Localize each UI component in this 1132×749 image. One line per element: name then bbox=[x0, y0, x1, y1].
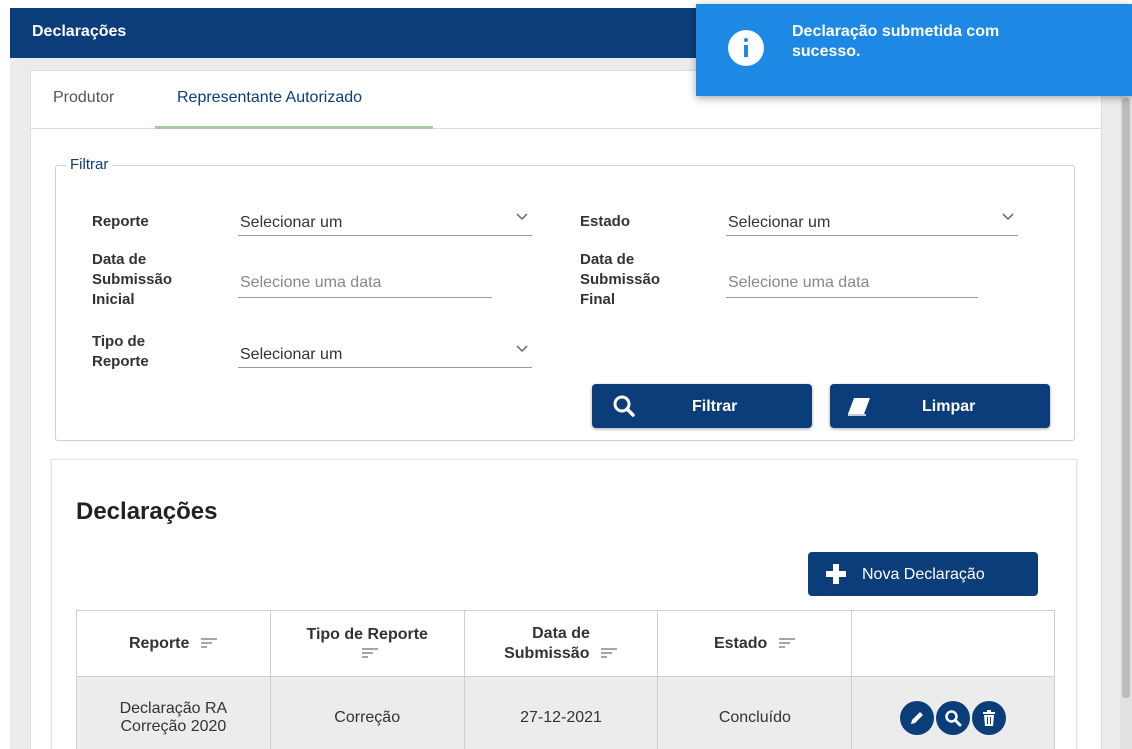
cell-tipo-reporte: Correção bbox=[269, 676, 465, 749]
data-inicial-input[interactable]: Selecione uma data bbox=[238, 268, 492, 298]
tipo-reporte-label: Tipo de Reporte bbox=[92, 333, 149, 370]
active-tab-indicator bbox=[155, 126, 433, 129]
limpar-button[interactable]: Limpar bbox=[830, 384, 1050, 428]
reporte-select[interactable]: Selecionar um bbox=[238, 206, 532, 236]
filtrar-button[interactable]: Filtrar bbox=[592, 384, 812, 428]
data-inicial-placeholder: Selecione uma data bbox=[240, 274, 382, 291]
tab-representante-autorizado[interactable]: Representante Autorizado bbox=[177, 89, 362, 107]
data-final-placeholder: Selecione uma data bbox=[728, 274, 870, 291]
trash-icon bbox=[983, 709, 996, 726]
estado-select-value: Selecionar um bbox=[728, 214, 831, 231]
eraser-icon bbox=[848, 398, 870, 416]
plus-icon bbox=[826, 564, 846, 584]
view-button[interactable] bbox=[936, 700, 971, 735]
cell-data-submissao: 27-12-2021 bbox=[463, 676, 659, 749]
nova-declaracao-label: Nova Declaração bbox=[862, 566, 985, 583]
edit-button[interactable] bbox=[900, 700, 935, 735]
list-title: Declarações bbox=[76, 498, 218, 525]
info-icon bbox=[728, 30, 764, 66]
filtrar-button-label: Filtrar bbox=[692, 398, 738, 415]
limpar-button-label: Limpar bbox=[922, 398, 976, 415]
toast-message: Declaração submetida com sucesso. bbox=[792, 23, 1000, 60]
cell-estado: Concluído bbox=[657, 676, 853, 749]
declaracoes-table: Reporte Tipo de Reporte Data de Submissã… bbox=[76, 610, 1055, 749]
data-final-label: Data de Submissão Final bbox=[580, 251, 661, 308]
column-header-estado[interactable]: Estado bbox=[657, 610, 853, 677]
cell-reporte: Declaração RA Correção 2020 bbox=[76, 676, 271, 749]
reporte-select-value: Selecionar um bbox=[240, 214, 343, 231]
estado-select[interactable]: Selecionar um bbox=[726, 206, 1018, 236]
column-header-data-submissao[interactable]: Data de Submissão bbox=[463, 610, 659, 677]
column-header-reporte[interactable]: Reporte bbox=[76, 610, 271, 677]
tipo-reporte-select[interactable]: Selecionar um bbox=[238, 338, 532, 368]
tab-produtor[interactable]: Produtor bbox=[53, 89, 114, 107]
chevron-down-icon bbox=[516, 345, 528, 353]
tipo-reporte-select-value: Selecionar um bbox=[240, 346, 343, 363]
chevron-down-icon bbox=[516, 213, 528, 221]
app-title: Declarações bbox=[32, 23, 127, 40]
delete-button[interactable] bbox=[972, 700, 1007, 735]
chevron-down-icon bbox=[1002, 213, 1014, 221]
column-header-tipo-reporte[interactable]: Tipo de Reporte bbox=[269, 610, 465, 677]
data-final-input[interactable]: Selecione uma data bbox=[726, 268, 978, 298]
search-icon bbox=[613, 395, 635, 417]
sort-icon bbox=[778, 638, 795, 649]
table-row: Declaração RA Correção 2020 Correção 27-… bbox=[76, 676, 1055, 749]
filter-legend: Filtrar bbox=[66, 156, 113, 173]
filter-fieldset: Filtrar Reporte Selecionar um Estado Sel… bbox=[55, 156, 1075, 441]
vertical-scrollbar[interactable] bbox=[1120, 58, 1132, 749]
estado-label: Estado bbox=[580, 213, 631, 230]
reporte-label: Reporte bbox=[92, 213, 149, 230]
scroll-thumb[interactable] bbox=[1122, 98, 1130, 698]
declaracoes-list-card: Declarações Nova Declaração Reporte Tipo… bbox=[51, 459, 1077, 749]
search-icon bbox=[945, 709, 962, 726]
table-header-row: Reporte Tipo de Reporte Data de Submissã… bbox=[76, 610, 1055, 677]
sort-icon bbox=[200, 638, 217, 649]
success-toast[interactable]: Declaração submetida com sucesso. bbox=[696, 4, 1132, 96]
column-header-actions bbox=[851, 610, 1055, 677]
nova-declaracao-button[interactable]: Nova Declaração bbox=[808, 552, 1038, 596]
pencil-icon bbox=[911, 711, 924, 724]
main-card: Produtor Representante Autorizado Filtra… bbox=[30, 70, 1102, 749]
data-inicial-label: Data de Submissão Inicial bbox=[92, 251, 173, 308]
cell-actions bbox=[851, 676, 1055, 749]
sort-icon bbox=[362, 648, 379, 659]
sort-icon bbox=[600, 648, 617, 659]
